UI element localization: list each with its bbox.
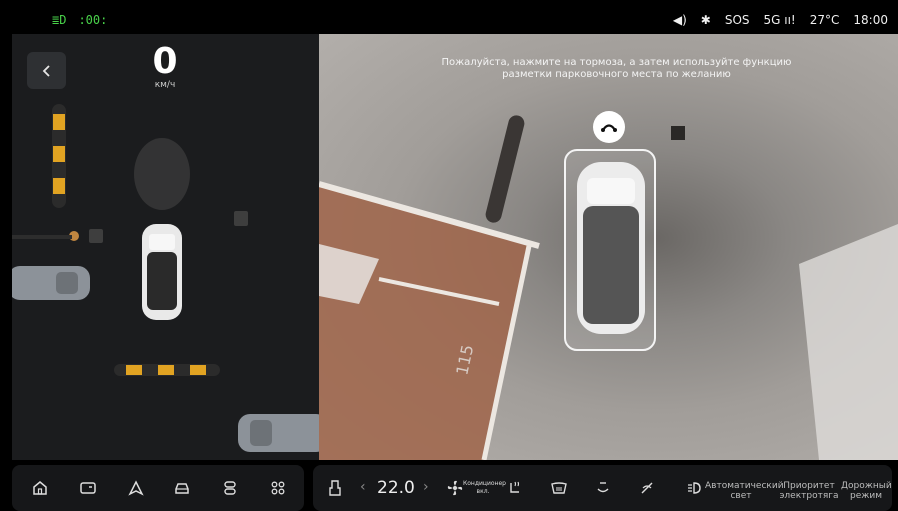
temperature-readout: 27°C — [809, 13, 840, 27]
temperature-increase-button[interactable]: › — [423, 479, 429, 495]
small-obstacle — [234, 211, 248, 226]
car-door-icon[interactable] — [78, 478, 98, 498]
road-mode-label: Дорожный — [841, 481, 892, 491]
vertical-obstacle-bar — [52, 104, 66, 208]
parking-scene — [12, 104, 319, 452]
horizontal-obstacle-bar — [114, 364, 220, 376]
temperature-decrease-button[interactable]: ‹ — [360, 479, 366, 495]
parked-car-right — [238, 414, 319, 452]
floor-marking-area — [319, 184, 529, 460]
sos-button[interactable]: SOS — [725, 13, 750, 27]
home-icon[interactable] — [30, 478, 50, 498]
parking-sensor-panel: 0 км/ч — [12, 34, 319, 460]
seat-ventilation-icon[interactable] — [593, 478, 613, 498]
ev-priority-toggle[interactable]: Приоритет электротяга — [777, 481, 841, 501]
parked-car-left — [12, 266, 90, 300]
headlight-icon: ≣D — [52, 13, 67, 27]
bottom-bar: ‹ 22.0 › Кондиционер вкл. Автоматический… — [12, 465, 892, 511]
road-mode-label-2: режим — [850, 491, 882, 501]
ego-car — [142, 224, 182, 320]
network-indicator: 5G ıı! — [763, 13, 796, 27]
volume-icon[interactable]: ◀) — [673, 13, 687, 27]
seat-icon[interactable] — [325, 478, 345, 498]
auto-light-label: Автоматический — [705, 481, 784, 491]
parking-hint: Пожалуйста, нажмите на тормоза, а затем … — [441, 57, 792, 80]
ac-state: вкл. — [476, 488, 490, 495]
temperature-value: 22.0 — [377, 478, 415, 498]
obstacle-shadow — [134, 138, 190, 210]
apps-grid-icon[interactable] — [268, 478, 288, 498]
view-switch-button[interactable] — [593, 111, 625, 143]
status-bar: ≣D :00: ◀) ✱ SOS 5G ıı! 27°C 18:00 — [12, 9, 892, 33]
climate-bar: ‹ 22.0 › Кондиционер вкл. Автоматический… — [313, 465, 892, 511]
small-obstacle — [89, 229, 103, 243]
bluetooth-icon: ✱ — [700, 13, 711, 27]
navigation-icon[interactable] — [126, 478, 146, 498]
camera-scene: 115 — [319, 115, 898, 460]
seat-heating-icon[interactable] — [505, 478, 525, 498]
controls-icon[interactable] — [220, 478, 240, 498]
app-dock — [12, 465, 304, 511]
rotate-view-icon — [601, 124, 617, 132]
auto-light-label-2: свет — [730, 491, 752, 501]
ego-car-overlay — [564, 149, 656, 351]
surround-camera-view[interactable]: 115 Пожалуйста, нажмите на тормоза, а за… — [319, 34, 898, 460]
steering-heat-icon[interactable] — [637, 478, 657, 498]
ac-status[interactable]: Кондиционер вкл. — [463, 480, 506, 496]
ac-label: Кондиционер — [463, 480, 506, 487]
rear-defrost-icon[interactable] — [549, 478, 569, 498]
ev-priority-label-2: электротяга — [779, 491, 839, 501]
parking-light-icon: :00: — [78, 13, 108, 27]
ev-priority-label: Приоритет — [783, 481, 835, 491]
road-mode-toggle[interactable]: Дорожный режим — [841, 481, 892, 501]
parking-pillar — [485, 115, 525, 223]
vehicle-icon[interactable] — [172, 478, 192, 498]
clock: 18:00 — [853, 13, 888, 27]
auto-light-toggle[interactable]: Автоматический свет — [705, 481, 784, 501]
fan-icon[interactable] — [445, 478, 465, 498]
auto-headlight-icon[interactable] — [685, 478, 705, 498]
